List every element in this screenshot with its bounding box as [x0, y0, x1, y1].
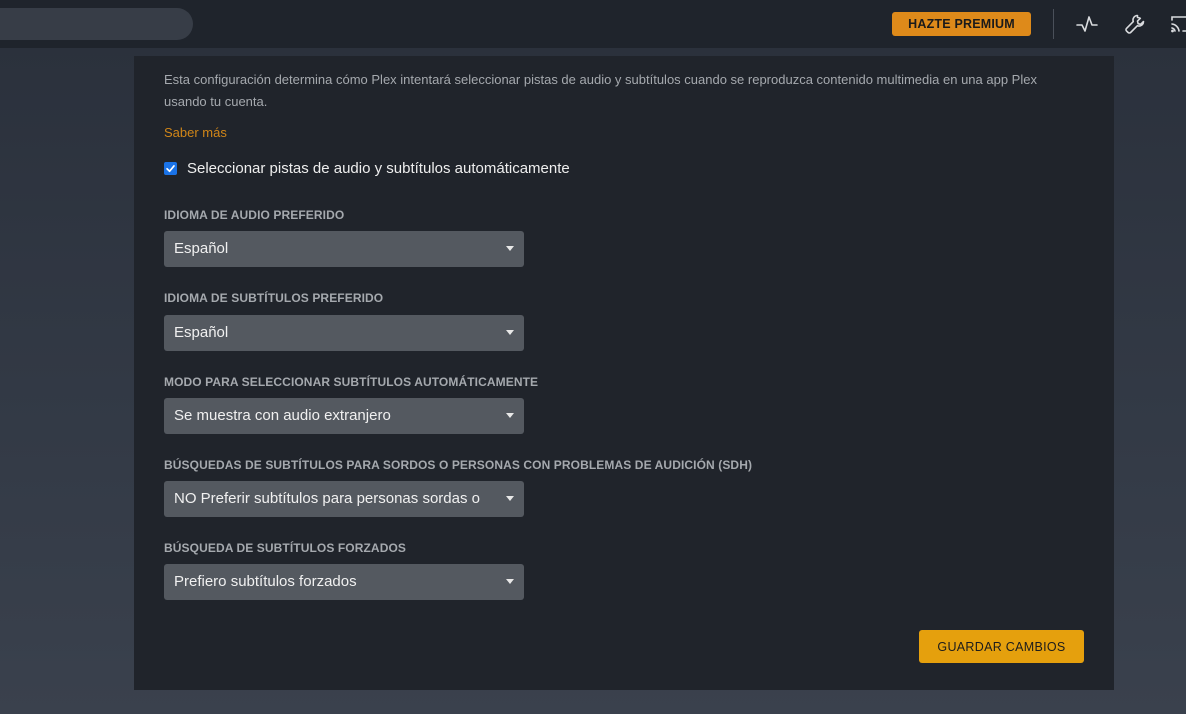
- settings-description: Esta configuración determina cómo Plex i…: [164, 72, 1037, 109]
- chevron-down-icon: [506, 413, 514, 418]
- audio-language-value: Español: [174, 240, 229, 257]
- subtitle-language-label: IDIOMA DE SUBTÍTULOS PREFERIDO: [164, 291, 384, 305]
- chevron-down-icon: [506, 496, 514, 501]
- save-changes-button[interactable]: GUARDAR CAMBIOS: [919, 630, 1084, 663]
- go-premium-button[interactable]: HAZTE PREMIUM: [892, 12, 1031, 36]
- subtitle-language-select[interactable]: Español: [164, 315, 524, 351]
- subtitle-mode-label: MODO PARA SELECCIONAR SUBTÍTULOS AUTOMÁT…: [164, 375, 539, 389]
- forced-subtitles-select[interactable]: Prefiero subtítulos forzados: [164, 564, 524, 600]
- audio-language-select[interactable]: Español: [164, 231, 524, 267]
- activity-icon[interactable]: [1075, 12, 1099, 36]
- sdh-search-label: BÚSQUEDAS DE SUBTÍTULOS PARA SORDOS O PE…: [164, 458, 753, 472]
- checkmark-icon: [166, 165, 175, 173]
- auto-select-label: Seleccionar pistas de audio y subtítulos…: [187, 160, 570, 177]
- wrench-icon[interactable]: [1123, 12, 1147, 36]
- top-bar: HAZTE PREMIUM: [0, 0, 1186, 48]
- chevron-down-icon: [506, 579, 514, 584]
- auto-select-checkbox[interactable]: [164, 162, 177, 175]
- search-input[interactable]: [0, 8, 193, 40]
- chevron-down-icon: [506, 246, 514, 251]
- subtitle-mode-select[interactable]: Se muestra con audio extranjero: [164, 398, 524, 434]
- learn-more-link[interactable]: Saber más: [164, 125, 227, 140]
- subtitle-language-value: Español: [174, 324, 229, 341]
- chevron-down-icon: [506, 330, 514, 335]
- auto-select-row: Seleccionar pistas de audio y subtítulos…: [164, 160, 570, 177]
- subtitle-mode-value: Se muestra con audio extranjero: [174, 407, 391, 424]
- audio-language-label: IDIOMA DE AUDIO PREFERIDO: [164, 208, 345, 222]
- sdh-search-select[interactable]: NO Preferir subtítulos para personas sor…: [164, 481, 524, 517]
- forced-subtitles-label: BÚSQUEDA DE SUBTÍTULOS FORZADOS: [164, 541, 406, 555]
- toolbar-divider: [1053, 9, 1054, 39]
- cast-icon[interactable]: [1169, 12, 1186, 36]
- settings-panel: Esta configuración determina cómo Plex i…: [134, 56, 1114, 690]
- sdh-search-value: NO Preferir subtítulos para personas sor…: [174, 490, 480, 507]
- forced-subtitles-value: Prefiero subtítulos forzados: [174, 573, 357, 590]
